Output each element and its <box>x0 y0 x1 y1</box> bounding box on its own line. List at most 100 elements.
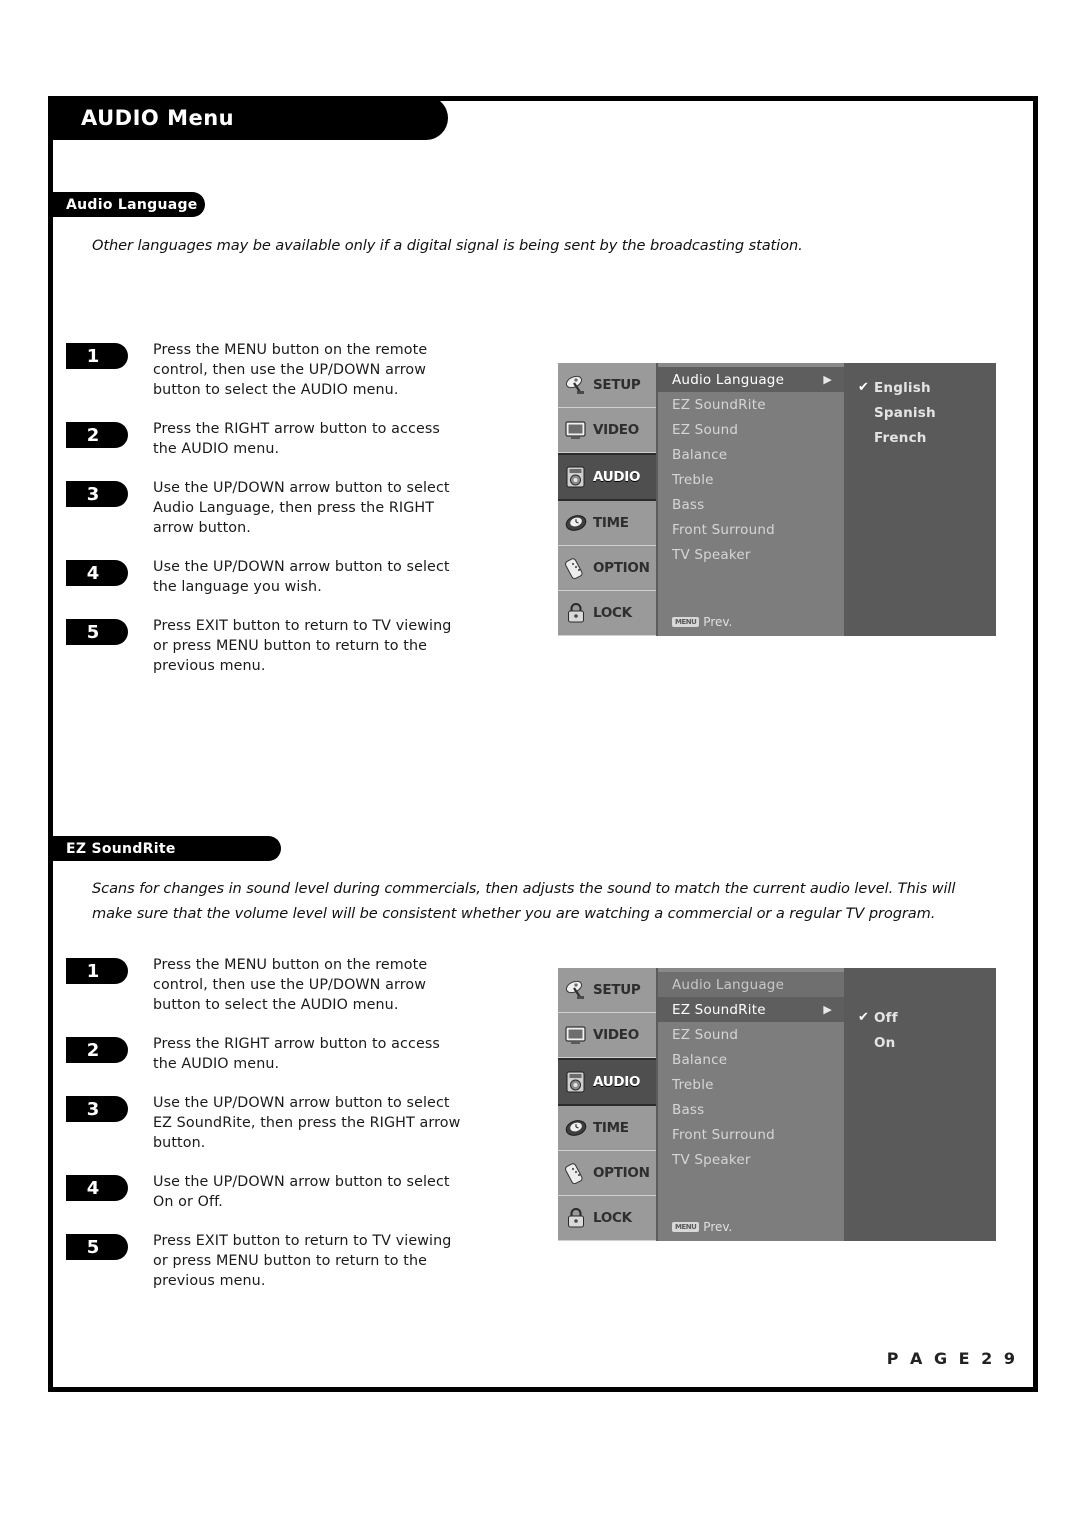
osd-menu-item-audio-language[interactable]: Audio Language <box>658 972 844 997</box>
osd-menu-item-label: Treble <box>672 471 714 488</box>
osd-menu-item-front-surround[interactable]: Front Surround <box>658 517 844 542</box>
osd-sidebar-label: LOCK <box>593 605 632 621</box>
padlock-icon <box>568 1208 584 1228</box>
osd-menu-item-ez-sound[interactable]: EZ Sound <box>658 1022 844 1047</box>
step-text: Use the UP/DOWN arrow button to select O… <box>153 1174 450 1211</box>
osd-sidebar-item-time[interactable]: TIME <box>558 501 656 546</box>
step-text: Use the UP/DOWN arrow button to select E… <box>153 1095 461 1152</box>
osd-option-panel: ✔ Off On <box>844 968 996 1241</box>
step-number-badge: 1 <box>66 958 128 984</box>
osd-menu-item-label: Balance <box>672 446 728 463</box>
step-number-badge: 4 <box>66 560 128 587</box>
osd-option-label: French <box>874 429 927 446</box>
osd-menu-item-tv-speaker[interactable]: TV Speaker <box>658 542 844 567</box>
page-number: P A G E 2 9 <box>886 1349 1018 1368</box>
osd-menu-item-ez-soundrite[interactable]: EZ SoundRite ▶ <box>658 997 844 1022</box>
osd-menu-item-label: EZ SoundRite <box>672 1001 766 1018</box>
osd-sidebar-item-lock[interactable]: LOCK <box>558 1196 656 1241</box>
step-item: 5 Press EXIT button to return to TV view… <box>66 616 486 676</box>
step-number-badge: 1 <box>66 343 128 369</box>
section-heading-ez-soundrite: EZ SoundRite <box>53 836 281 861</box>
osd-menu-item-label: Front Surround <box>672 1126 775 1143</box>
section-description-ez-soundrite: Scans for changes in sound level during … <box>92 880 956 923</box>
step-item: 5 Press EXIT button to return to TV view… <box>66 1231 486 1291</box>
step-item: 1 Press the MENU button on the remote co… <box>66 955 486 1015</box>
osd-option-off[interactable]: ✔ Off <box>844 1005 996 1030</box>
osd-menu-item-bass[interactable]: Bass <box>658 1097 844 1122</box>
osd-sidebar-label: TIME <box>593 1120 629 1136</box>
step-item: 4 Use the UP/DOWN arrow button to select… <box>66 557 486 597</box>
osd-option-label: Off <box>874 1009 898 1026</box>
monitor-icon <box>565 1026 586 1044</box>
step-text: Press EXIT button to return to TV viewin… <box>153 618 452 675</box>
satellite-dish-icon <box>565 980 584 999</box>
step-text: Press the MENU button on the remote cont… <box>153 957 428 1014</box>
step-number-badge: 5 <box>66 1234 128 1261</box>
osd-sidebar-item-setup[interactable]: SETUP <box>558 968 656 1013</box>
osd-sidebar-label: VIDEO <box>593 1027 639 1043</box>
osd-menu-item-audio-language[interactable]: Audio Language ▶ <box>658 367 844 392</box>
section-heading-label: Audio Language <box>66 196 198 213</box>
step-number-badge: 3 <box>66 1096 128 1123</box>
osd-menu-item-balance[interactable]: Balance <box>658 1047 844 1072</box>
satellite-dish-icon <box>565 375 584 394</box>
osd-menu-item-ez-soundrite[interactable]: EZ SoundRite <box>658 392 844 417</box>
osd-sidebar-item-lock[interactable]: LOCK <box>558 591 656 636</box>
osd-menu-item-ez-sound[interactable]: EZ Sound <box>658 417 844 442</box>
osd-sidebar-item-audio[interactable]: AUDIO <box>558 1058 656 1106</box>
osd-menu-item-label: Treble <box>672 1076 714 1093</box>
chevron-right-icon: ▶ <box>823 373 832 386</box>
osd-option-on[interactable]: On <box>844 1030 996 1055</box>
osd-sidebar-item-option[interactable]: OPTION <box>558 546 656 591</box>
osd-option-french[interactable]: French <box>844 425 996 450</box>
osd-sidebar-label: AUDIO <box>593 469 641 485</box>
osd-sidebar-item-video[interactable]: VIDEO <box>558 408 656 453</box>
osd-menu-item-label: Balance <box>672 1051 728 1068</box>
osd-option-english[interactable]: ✔ English <box>844 375 996 400</box>
osd-sidebar-item-setup[interactable]: SETUP <box>558 363 656 408</box>
osd-sidebar-item-option[interactable]: OPTION <box>558 1151 656 1196</box>
clock-icon <box>565 515 587 531</box>
osd-sidebar-label: OPTION <box>593 560 650 576</box>
osd-option-label: On <box>874 1034 896 1051</box>
step-item: 2 Press the RIGHT arrow button to access… <box>66 1034 486 1074</box>
step-item: 1 Press the MENU button on the remote co… <box>66 340 486 400</box>
remote-icon <box>565 558 583 580</box>
osd-sidebar-label: TIME <box>593 515 629 531</box>
osd-menu-item-front-surround[interactable]: Front Surround <box>658 1122 844 1147</box>
osd-menu-item-treble[interactable]: Treble <box>658 467 844 492</box>
osd-sidebar: SETUP VIDEO AUDIO TIME OPTION LOCK <box>558 363 658 636</box>
osd-option-spanish[interactable]: Spanish <box>844 400 996 425</box>
osd-menu-item-label: EZ Sound <box>672 421 739 438</box>
osd-sidebar-item-audio[interactable]: AUDIO <box>558 453 656 501</box>
osd-menu-item-tv-speaker[interactable]: TV Speaker <box>658 1147 844 1172</box>
osd-menu-item-label: Audio Language <box>672 371 785 388</box>
page-title: AUDIO Menu <box>81 106 235 130</box>
osd-sidebar-label: VIDEO <box>593 422 639 438</box>
step-text: Press the RIGHT arrow button to access t… <box>153 1036 440 1073</box>
osd-menu-item-label: TV Speaker <box>672 1151 751 1168</box>
section-description-audio-language: Other languages may be available only if… <box>92 237 803 254</box>
step-number-badge: 2 <box>66 1037 128 1064</box>
clock-icon <box>565 1120 587 1136</box>
osd-menu-item-bass[interactable]: Bass <box>658 492 844 517</box>
speaker-icon <box>566 466 585 488</box>
step-number-badge: 2 <box>66 422 128 449</box>
osd-sidebar: SETUP VIDEO AUDIO TIME OPTION LOCK <box>558 968 658 1241</box>
osd-sidebar-item-time[interactable]: TIME <box>558 1106 656 1151</box>
osd-menu-item-label: Bass <box>672 1101 705 1118</box>
osd-sidebar-label: SETUP <box>593 377 641 393</box>
osd-sidebar-item-video[interactable]: VIDEO <box>558 1013 656 1058</box>
step-item: 3 Use the UP/DOWN arrow button to select… <box>66 1093 486 1153</box>
osd-prev-label: Prev. <box>703 1220 733 1234</box>
monitor-icon <box>565 421 586 439</box>
menu-key-badge: MENU <box>672 617 700 627</box>
osd-prev-label: Prev. <box>703 615 733 629</box>
osd-menu-item-treble[interactable]: Treble <box>658 1072 844 1097</box>
osd-prev-hint: MENU Prev. <box>672 1220 732 1234</box>
osd-menu-item-label: TV Speaker <box>672 546 751 563</box>
osd-menu-item-balance[interactable]: Balance <box>658 442 844 467</box>
step-text: Press EXIT button to return to TV viewin… <box>153 1233 452 1290</box>
chevron-right-icon: ▶ <box>823 1003 832 1016</box>
osd-menu-item-label: Front Surround <box>672 521 775 538</box>
